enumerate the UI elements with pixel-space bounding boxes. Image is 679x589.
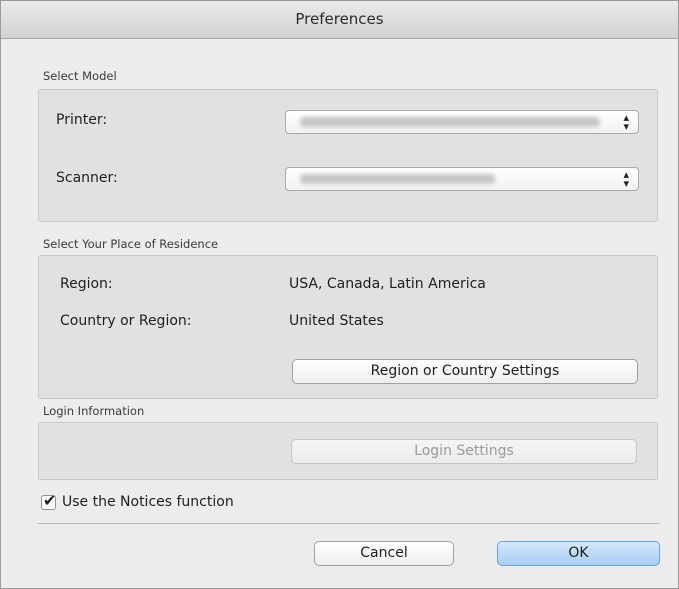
preferences-window: Preferences Select Model Printer: ▴ ▾ Sca… bbox=[0, 0, 679, 589]
country-label: Country or Region: bbox=[60, 313, 192, 329]
updown-arrows-icon: ▴ ▾ bbox=[623, 168, 629, 190]
printer-label: Printer: bbox=[56, 112, 108, 128]
updown-arrows-icon: ▴ ▾ bbox=[623, 111, 629, 133]
printer-popup[interactable]: ▴ ▾ bbox=[285, 110, 639, 134]
window-title: Preferences bbox=[295, 10, 384, 28]
title-bar[interactable]: Preferences bbox=[1, 1, 678, 39]
cancel-button[interactable]: Cancel bbox=[314, 541, 454, 566]
ok-button[interactable]: OK bbox=[497, 541, 660, 566]
select-model-group: Printer: ▴ ▾ Scanner: ▴ ▾ bbox=[38, 89, 658, 222]
region-value: USA, Canada, Latin America bbox=[289, 276, 486, 292]
printer-value-redacted bbox=[300, 117, 600, 127]
footer-divider bbox=[38, 523, 660, 524]
region-label: Region: bbox=[60, 276, 113, 292]
notices-checkbox-label[interactable]: Use the Notices function bbox=[62, 494, 234, 510]
login-group: Login Settings bbox=[38, 422, 658, 480]
region-country-settings-button[interactable]: Region or Country Settings bbox=[292, 359, 638, 384]
login-settings-button[interactable]: Login Settings bbox=[291, 439, 637, 464]
notices-checkbox[interactable]: ✔ bbox=[41, 491, 56, 510]
scanner-value-redacted bbox=[300, 174, 495, 184]
checkmark-icon: ✔ bbox=[43, 491, 57, 510]
scanner-label: Scanner: bbox=[56, 170, 118, 186]
residence-label: Select Your Place of Residence bbox=[43, 237, 219, 251]
residence-group: Region: USA, Canada, Latin America Count… bbox=[38, 255, 658, 399]
scanner-popup[interactable]: ▴ ▾ bbox=[285, 167, 639, 191]
country-value: United States bbox=[289, 313, 384, 329]
login-info-label: Login Information bbox=[43, 404, 145, 418]
select-model-label: Select Model bbox=[43, 69, 117, 83]
